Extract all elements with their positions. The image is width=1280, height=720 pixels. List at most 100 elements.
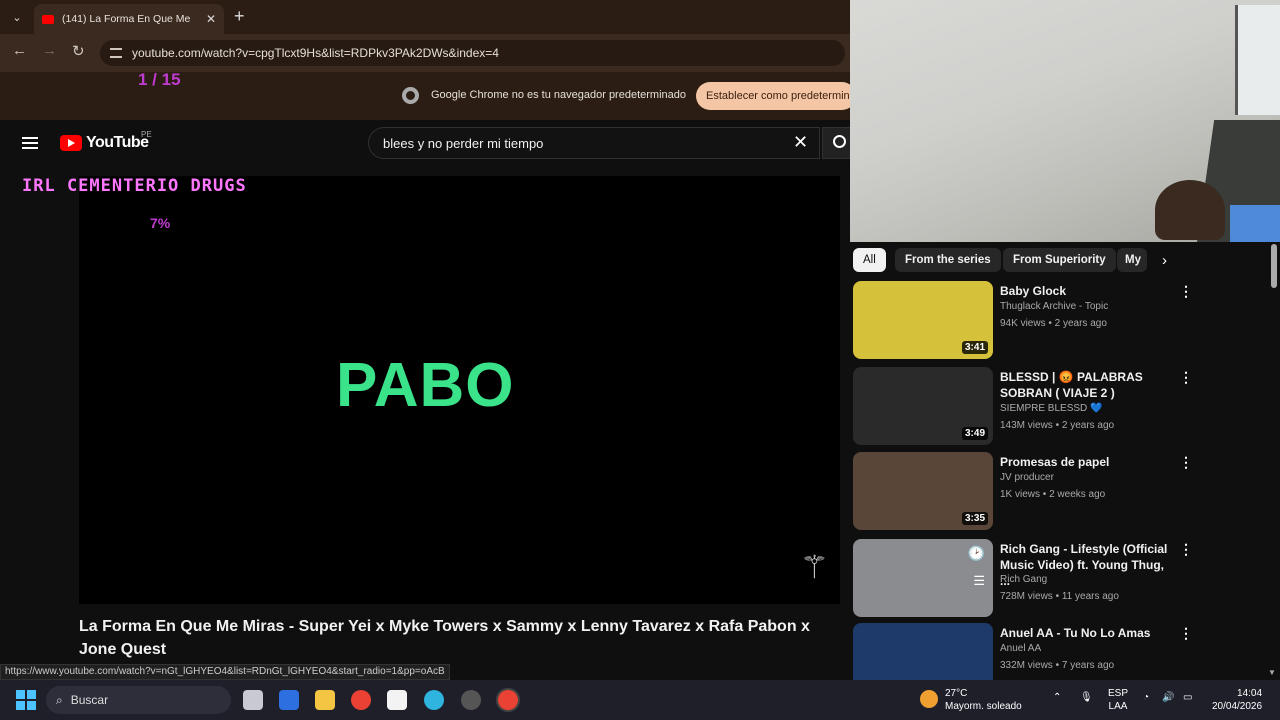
- video-title: La Forma En Que Me Miras - Super Yei x M…: [79, 618, 810, 658]
- taskbar-search[interactable]: ⌕ Buscar: [46, 686, 231, 714]
- chip-all[interactable]: All: [853, 248, 886, 272]
- add-to-queue-icon[interactable]: ☰: [973, 573, 985, 589]
- tray-chevron-icon[interactable]: ⌃: [1053, 692, 1061, 703]
- chrome-icon[interactable]: [351, 690, 371, 710]
- task-view-icon[interactable]: [243, 690, 263, 710]
- channel-name[interactable]: Rich Gang: [1000, 574, 1047, 585]
- watch-later-icon[interactable]: 🕑: [968, 545, 985, 562]
- tab-search-chevron-icon[interactable]: ⌄: [6, 8, 28, 26]
- wifi-icon[interactable]: ◔: [1143, 692, 1149, 703]
- weather-widget[interactable]: 27°C Mayorm. soleado: [945, 687, 1022, 713]
- chip-from-series[interactable]: From the series: [895, 248, 1001, 272]
- video-item-title[interactable]: BLESSD | 😡 PALABRAS SOBRAN ( VIAJE 2 ): [1000, 369, 1170, 401]
- video-thumbnail[interactable]: [853, 623, 993, 680]
- url-text: youtube.com/watch?v=cpgTlcxt9Hs&list=RDP…: [132, 46, 499, 60]
- taskbar-search-label: Buscar: [70, 693, 109, 707]
- reload-icon[interactable]: ↻: [72, 42, 85, 60]
- file-explorer-icon[interactable]: [315, 690, 335, 710]
- channel-name[interactable]: Anuel AA: [1000, 643, 1041, 654]
- chrome-active-icon[interactable]: [498, 690, 518, 710]
- list-item[interactable]: 3:49 BLESSD | 😡 PALABRAS SOBRAN ( VIAJE …: [853, 367, 1263, 445]
- chip-from-superiority[interactable]: From Superiority: [1003, 248, 1116, 272]
- more-options-icon[interactable]: ⋮: [1179, 625, 1193, 642]
- battery-icon[interactable]: ▭: [1183, 692, 1192, 703]
- editor-app-icon[interactable]: [279, 690, 299, 710]
- duration-badge: 3:49: [961, 427, 988, 440]
- windows-start-icon[interactable]: [16, 690, 36, 710]
- video-meta: 728M views • 11 years ago: [1000, 591, 1119, 602]
- link-status-bar: https://www.youtube.com/watch?v=nGt_lGHY…: [0, 664, 450, 680]
- webcam-feed: [850, 0, 1280, 242]
- scrollbar[interactable]: [1268, 242, 1280, 680]
- webcam-plush-toy: [1155, 180, 1225, 240]
- overlay-counter: 1 / 15: [138, 70, 181, 89]
- webcam-window: [1235, 5, 1280, 115]
- search-icon: ⌕: [56, 692, 63, 707]
- lang-code: ESP: [1108, 688, 1129, 699]
- channel-name[interactable]: JV producer: [1000, 472, 1054, 483]
- duration-badge: 3:35: [961, 512, 988, 525]
- search-input[interactable]: blees y no perder mi tiempo: [368, 127, 820, 159]
- channel-name[interactable]: SIEMPRE BLESSD 💙: [1000, 403, 1102, 414]
- list-item[interactable]: Anuel AA - Tu No Lo Amas Anuel AA 332M v…: [853, 623, 1263, 680]
- weather-desc: Mayorm. soleado: [945, 701, 1022, 712]
- overlay-stream-title: IRL CEMENTERIO DRUGS: [22, 176, 247, 196]
- scrollbar-thumb[interactable]: [1271, 244, 1277, 288]
- clock-time: 14:04: [1237, 688, 1263, 699]
- video-meta: 332M views • 7 years ago: [1000, 660, 1115, 671]
- clock-date: 20/04/2026: [1212, 701, 1263, 712]
- search-query: blees y no perder mi tiempo: [383, 135, 544, 151]
- back-icon[interactable]: ←: [12, 42, 27, 59]
- list-item[interactable]: 3:41 Baby Glock Thuglack Archive - Topic…: [853, 281, 1263, 359]
- temperature: 27°C: [945, 688, 968, 699]
- webcam-blue-object: [1230, 205, 1280, 242]
- more-options-icon[interactable]: ⋮: [1179, 283, 1193, 300]
- youtube-favicon-icon: [42, 14, 54, 24]
- video-meta: 1K views • 2 weeks ago: [1000, 489, 1106, 500]
- list-item[interactable]: 3:35 Promesas de papel JV producer 1K vi…: [853, 452, 1263, 530]
- video-thumbnail[interactable]: 3:41: [853, 281, 993, 359]
- store-icon[interactable]: [387, 690, 407, 710]
- new-tab-icon[interactable]: +: [234, 6, 245, 27]
- channel-name[interactable]: Thuglack Archive - Topic: [1000, 301, 1108, 312]
- layout-code: LAA: [1108, 701, 1128, 712]
- search-icon: [833, 135, 846, 148]
- volume-icon[interactable]: 🔊: [1162, 692, 1174, 703]
- video-item-title[interactable]: Anuel AA - Tu No Lo Amas: [1000, 625, 1170, 641]
- chrome-logo-icon: [402, 87, 419, 104]
- video-thumbnail[interactable]: 3:49: [853, 367, 993, 445]
- infobar-text: Google Chrome no es tu navegador predete…: [431, 89, 686, 101]
- video-thumbnail[interactable]: 3:35: [853, 452, 993, 530]
- chevron-right-icon[interactable]: ›: [1162, 252, 1167, 269]
- browser-tab[interactable]: (141) La Forma En Que Me ✕: [34, 4, 224, 34]
- microphone-icon[interactable]: 🎙: [1080, 692, 1093, 703]
- menu-icon[interactable]: [22, 137, 38, 149]
- video-item-title[interactable]: Baby Glock: [1000, 283, 1170, 299]
- set-default-button[interactable]: Establecer como predetermin: [696, 82, 856, 110]
- list-item[interactable]: 🕑 ☰ Rich Gang - Lifestyle (Official Music…: [853, 539, 1263, 617]
- video-overlay-text: PABO: [336, 351, 515, 420]
- more-options-icon[interactable]: ⋮: [1179, 454, 1193, 471]
- tab-close-icon[interactable]: ✕: [206, 12, 216, 26]
- address-bar[interactable]: youtube.com/watch?v=cpgTlcxt9Hs&list=RDP…: [100, 40, 845, 66]
- system-clock[interactable]: 14:04 20/04/2026: [1212, 687, 1262, 713]
- site-info-icon[interactable]: [110, 48, 122, 58]
- duration-badge: 3:41: [961, 341, 988, 354]
- forward-icon[interactable]: →: [42, 42, 57, 59]
- country-code: PE: [141, 130, 152, 139]
- language-indicator[interactable]: ESP LAA: [1108, 687, 1128, 713]
- more-options-icon[interactable]: ⋮: [1179, 541, 1193, 558]
- tab-title: (141) La Forma En Que Me: [62, 13, 191, 25]
- clear-search-icon[interactable]: ✕: [793, 132, 808, 153]
- youtube-logo-text[interactable]: YouTube: [86, 134, 149, 152]
- youtube-logo-icon[interactable]: [60, 135, 82, 151]
- weather-sun-icon[interactable]: [920, 690, 938, 708]
- chip-my[interactable]: My: [1117, 248, 1147, 272]
- channel-watermark-icon: ⚚: [800, 549, 829, 585]
- video-thumbnail[interactable]: 🕑 ☰: [853, 539, 993, 617]
- settings-app-icon[interactable]: [461, 690, 481, 710]
- video-item-title[interactable]: Promesas de papel: [1000, 454, 1170, 470]
- more-options-icon[interactable]: ⋮: [1179, 369, 1193, 386]
- edge-icon[interactable]: [424, 690, 444, 710]
- scroll-down-icon[interactable]: ▼: [1268, 668, 1276, 677]
